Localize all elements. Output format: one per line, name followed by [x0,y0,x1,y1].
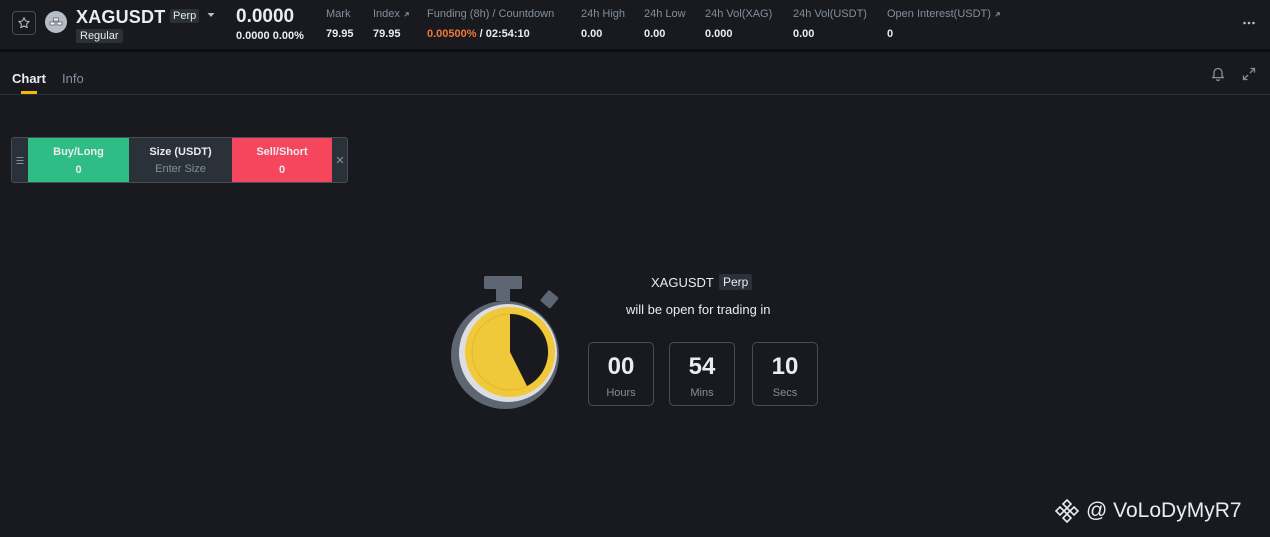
buy-long-label: Buy/Long [53,146,104,158]
more-horizontal-icon[interactable] [1242,16,1256,30]
price-change: 0.0000 0.00% [236,30,304,42]
countdown-message: will be open for trading in [626,302,771,317]
mark-value: 79.95 [326,28,354,40]
seconds-label: Secs [772,387,798,399]
sell-short-value: 0 [278,164,286,176]
high-label: 24h High [581,8,626,20]
countdown-contract-badge: Perp [719,274,753,290]
stat-open-interest: Open Interest(USDT) 0 [887,8,1001,40]
vol-base-label: 24h Vol(XAG) [705,8,773,20]
funding-countdown: / 02:54:10 [476,28,530,40]
bell-icon[interactable] [1211,67,1225,82]
stat-24h-vol-base: 24h Vol(XAG) 0.000 [705,8,772,40]
caret-down-icon[interactable] [206,10,216,20]
tier-badge: Regular [76,29,123,43]
low-label: 24h Low [644,8,686,20]
watermark: @ VoLoDyMyR7 [1054,498,1242,524]
hours-label: Hours [606,387,636,399]
close-icon [336,156,344,164]
favorite-button[interactable] [12,11,36,35]
size-label: Size (USDT) [149,146,212,158]
funding-label: Funding (8h) / Countdown [427,8,555,20]
last-price: 0.0000 [236,6,295,27]
low-value: 0.00 [644,28,666,40]
mark-label: Mark [326,8,351,20]
vol-quote-value: 0.00 [793,28,815,40]
seconds-value: 10 [771,353,799,380]
arrow-up-right-icon[interactable] [403,11,410,18]
watermark-text: @ VoLoDyMyR7 [1086,499,1242,522]
minutes-label: Mins [690,387,714,399]
stat-funding: Funding (8h) / Countdown 0.00500% / 02:5… [427,8,554,40]
contract-type-badge: Perp [170,9,200,23]
arrow-up-right-icon[interactable] [994,11,1001,18]
silver-coin-icon [45,11,67,33]
tab-chart[interactable]: Chart [12,71,46,86]
oi-label[interactable]: Open Interest(USDT) [887,8,991,20]
stat-24h-high: 24h High 0.00 [581,8,625,40]
active-tab-indicator [21,91,37,94]
symbol-name[interactable]: XAGUSDT [76,7,165,28]
countdown-hours: 00 Hours [588,342,654,406]
drag-handle[interactable] [12,138,28,182]
minutes-value: 54 [688,353,716,380]
vol-quote-label: 24h Vol(USDT) [793,8,867,20]
countdown-seconds: 10 Secs [752,342,818,406]
drag-handle-icon [16,156,24,164]
stat-index: Index 79.95 [373,8,410,40]
vol-base-value: 0.000 [705,28,733,40]
tab-info[interactable]: Info [62,71,84,86]
stopwatch-icon [451,276,559,409]
size-input[interactable] [135,163,226,175]
star-icon [18,17,30,29]
quick-trade-panel: Buy/Long 0 Size (USDT) Sell/Short 0 [11,137,348,183]
expand-icon[interactable] [1242,67,1256,81]
size-field: Size (USDT) [129,138,232,182]
sell-short-label: Sell/Short [256,146,308,158]
index-label[interactable]: Index [373,8,400,20]
close-button[interactable] [332,138,348,182]
oi-value: 0 [887,28,894,40]
stat-24h-vol-quote: 24h Vol(USDT) 0.00 [793,8,867,40]
index-value: 79.95 [373,28,401,40]
funding-rate: 0.00500% [427,28,477,40]
high-value: 0.00 [581,28,603,40]
sell-short-button[interactable]: Sell/Short 0 [232,138,332,182]
binance-logo-icon [1054,498,1080,524]
countdown-symbol: XAGUSDT [651,275,714,290]
ticker-header: XAGUSDT Perp Regular 0.0000 0.0000 0.00%… [0,0,1270,52]
hours-value: 00 [607,353,635,380]
countdown-minutes: 54 Mins [669,342,735,406]
chart-tabs: Chart Info [0,55,1270,95]
stat-mark: Mark 79.95 [326,8,354,40]
stat-24h-low: 24h Low 0.00 [644,8,686,40]
buy-long-value: 0 [75,164,82,176]
buy-long-button[interactable]: Buy/Long 0 [28,138,129,182]
